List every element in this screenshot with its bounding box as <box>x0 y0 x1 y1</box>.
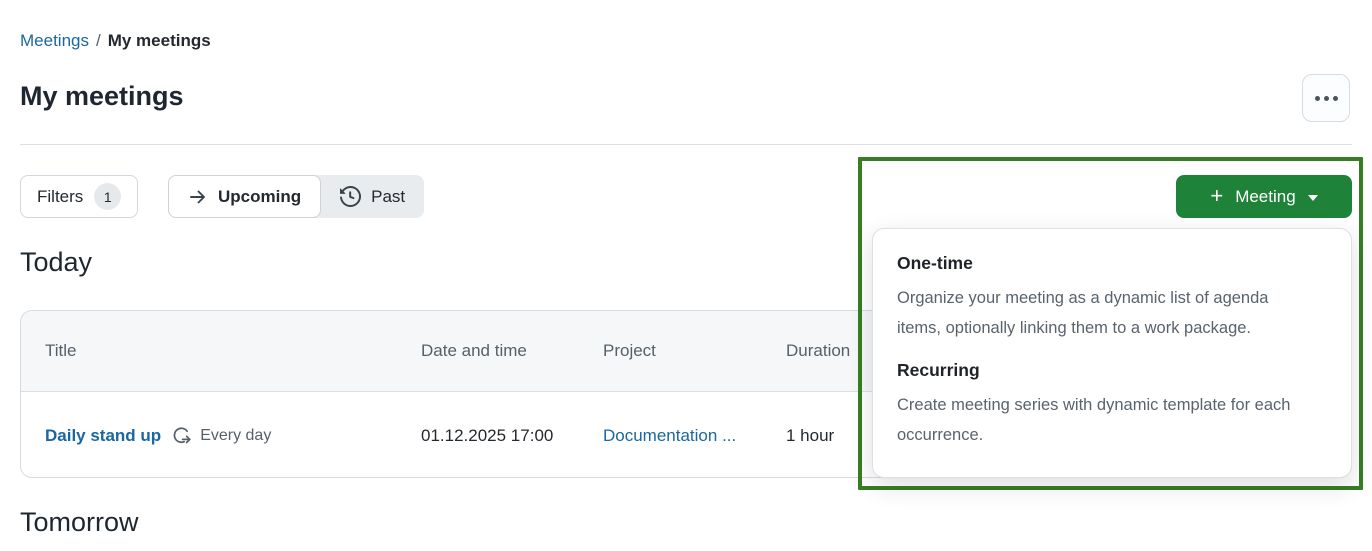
my-meetings-page: { "breadcrumb": { "link": "Meetings", "s… <box>0 0 1372 551</box>
filters-label: Filters <box>37 187 83 207</box>
new-meeting-button[interactable]: + Meeting <box>1176 175 1352 218</box>
page-title: My meetings <box>20 81 184 112</box>
tab-past[interactable]: Past <box>321 175 424 218</box>
menu-item-recurring[interactable]: Recurring Create meeting series with dyn… <box>897 360 1327 450</box>
menu-item-recurring-description: Create meeting series with dynamic templ… <box>897 390 1309 450</box>
arrow-right-icon <box>188 187 208 207</box>
kebab-horizontal-icon <box>1315 96 1338 101</box>
column-header-project: Project <box>603 341 656 361</box>
tab-past-label: Past <box>371 187 405 207</box>
column-header-duration: Duration <box>786 341 850 361</box>
sync-loop-icon <box>171 425 193 447</box>
header-divider <box>20 144 1352 145</box>
meeting-title-cell: Daily stand up Every day <box>45 425 271 447</box>
section-heading-today: Today <box>20 247 92 278</box>
menu-item-one-time-description: Organize your meeting as a dynamic list … <box>897 283 1309 343</box>
breadcrumb: Meetings / My meetings <box>20 31 211 51</box>
filters-count-badge: 1 <box>94 183 121 210</box>
history-icon <box>340 186 361 207</box>
meeting-title-link[interactable]: Daily stand up <box>45 426 161 446</box>
section-heading-tomorrow: Tomorrow <box>20 507 139 538</box>
plus-icon: + <box>1210 185 1223 207</box>
menu-item-recurring-title: Recurring <box>897 360 1327 381</box>
filters-button[interactable]: Filters 1 <box>20 175 138 218</box>
meeting-recurrence: Every day <box>171 425 271 447</box>
meeting-recurrence-label: Every day <box>200 427 271 445</box>
more-actions-button[interactable] <box>1302 74 1350 122</box>
meeting-date-time: 01.12.2025 17:00 <box>421 426 553 446</box>
breadcrumb-link-meetings[interactable]: Meetings <box>20 31 89 51</box>
tab-upcoming-label: Upcoming <box>218 187 301 207</box>
meeting-project-link[interactable]: Documentation ... <box>603 426 736 446</box>
tab-upcoming[interactable]: Upcoming <box>168 175 321 218</box>
view-toggle: Upcoming Past <box>168 175 424 218</box>
meeting-duration: 1 hour <box>786 426 834 446</box>
column-header-title: Title <box>45 341 77 361</box>
menu-item-one-time-title: One-time <box>897 253 1327 274</box>
column-header-date-and-time: Date and time <box>421 341 527 361</box>
triangle-down-icon <box>1308 195 1318 201</box>
new-meeting-button-label: Meeting <box>1235 187 1295 207</box>
breadcrumb-current: My meetings <box>108 31 211 51</box>
new-meeting-dropdown: One-time Organize your meeting as a dyna… <box>872 228 1352 478</box>
breadcrumb-separator: / <box>96 31 101 51</box>
menu-item-one-time[interactable]: One-time Organize your meeting as a dyna… <box>897 253 1327 343</box>
